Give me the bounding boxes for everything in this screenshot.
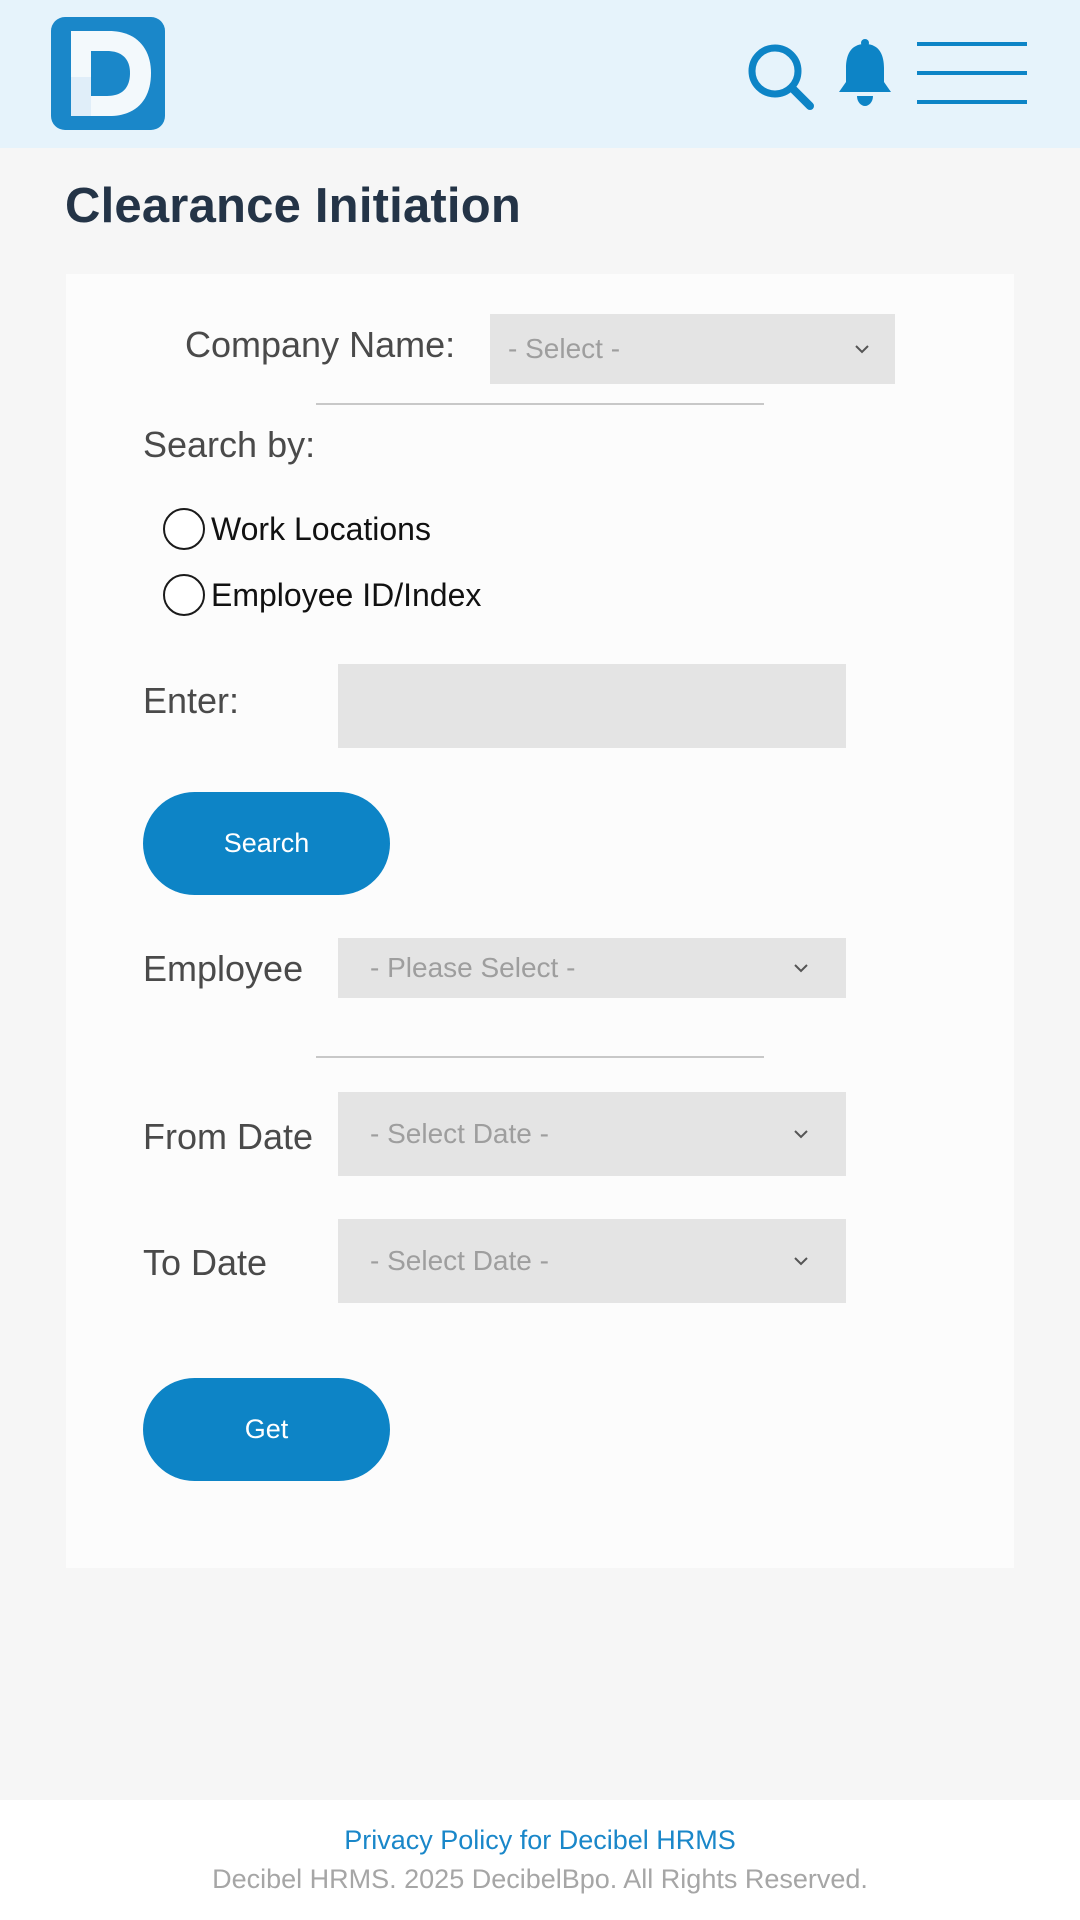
company-select-placeholder: - Select - bbox=[508, 333, 621, 364]
top-header bbox=[0, 0, 1080, 148]
section-divider bbox=[316, 403, 764, 405]
from-date-label: From Date bbox=[143, 1116, 314, 1157]
copyright-text: Decibel HRMS. 2025 DecibelBpo. All Right… bbox=[212, 1864, 868, 1894]
enter-label: Enter: bbox=[143, 680, 240, 721]
decibel-logo-icon[interactable] bbox=[51, 17, 165, 130]
employee-label: Employee bbox=[143, 948, 304, 989]
get-button[interactable]: Get bbox=[143, 1378, 390, 1481]
hamburger-menu-icon[interactable] bbox=[915, 38, 1029, 108]
search-icon[interactable] bbox=[746, 42, 816, 112]
search-button[interactable]: Search bbox=[143, 792, 390, 895]
privacy-policy-link[interactable]: Privacy Policy for Decibel HRMS bbox=[0, 1825, 1080, 1856]
search-by-label: Search by: bbox=[143, 424, 316, 465]
page-title: Clearance Initiation bbox=[65, 179, 522, 233]
company-name-label: Company Name: bbox=[185, 324, 456, 365]
employee-select[interactable]: - Please Select - bbox=[338, 938, 846, 998]
employee-select-placeholder: - Please Select - bbox=[370, 952, 576, 983]
radio-circle[interactable] bbox=[163, 508, 205, 550]
chevron-down-icon bbox=[786, 953, 816, 983]
chevron-down-icon bbox=[786, 1119, 816, 1149]
from-date-placeholder: - Select Date - bbox=[370, 1118, 549, 1149]
company-select[interactable]: - Select - bbox=[490, 314, 895, 384]
chevron-down-icon bbox=[786, 1246, 816, 1276]
radio-circle[interactable] bbox=[163, 574, 205, 616]
to-date-placeholder: - Select Date - bbox=[370, 1245, 549, 1276]
radio-label-employee-id: Employee ID/Index bbox=[211, 576, 482, 613]
radio-work-locations[interactable]: Work Locations bbox=[163, 508, 431, 550]
footer: Privacy Policy for Decibel HRMS Decibel … bbox=[0, 1800, 1080, 1920]
to-date-select[interactable]: - Select Date - bbox=[338, 1219, 846, 1303]
radio-employee-id[interactable]: Employee ID/Index bbox=[163, 574, 481, 616]
chevron-down-icon bbox=[847, 334, 877, 364]
from-date-select[interactable]: - Select Date - bbox=[338, 1092, 846, 1176]
radio-label-work-locations: Work Locations bbox=[211, 510, 431, 547]
clearance-form-card: Company Name: - Select - Search by: Work… bbox=[66, 274, 1014, 1568]
to-date-label: To Date bbox=[143, 1242, 268, 1283]
bell-icon[interactable] bbox=[836, 38, 894, 108]
section-divider bbox=[316, 1056, 764, 1058]
enter-input[interactable] bbox=[338, 664, 846, 748]
